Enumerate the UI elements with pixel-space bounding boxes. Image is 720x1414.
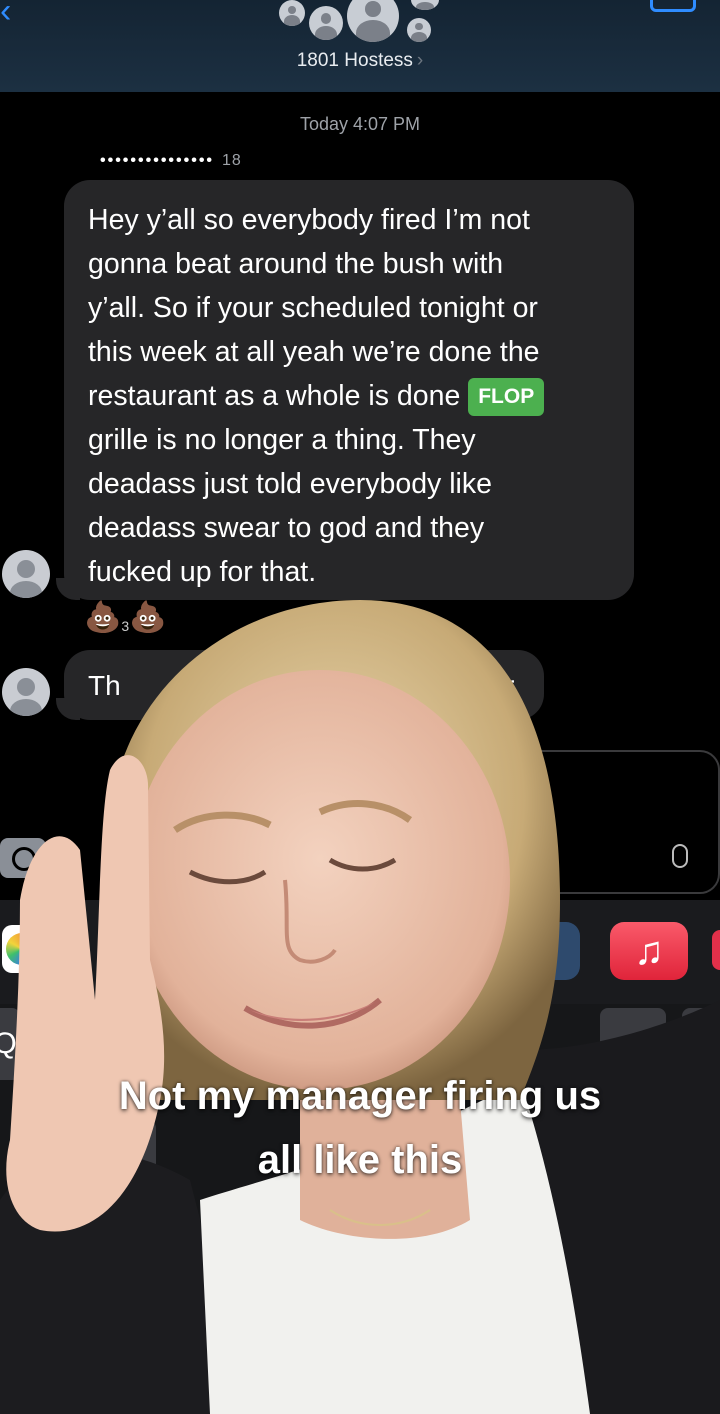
message-text-end: ger xyxy=(474,670,515,701)
conversation-header: ‹ 1801 Hostess › xyxy=(0,0,720,92)
sender-name: ••••••••••••••• 18 xyxy=(100,152,242,170)
message-line: Hey y’all so everybody fired I’m not xyxy=(88,204,530,236)
caption-line: Not my manager firing us xyxy=(118,1074,602,1118)
message-input[interactable] xyxy=(510,750,720,894)
message-line: this week at all yeah we’re done the xyxy=(88,336,540,368)
memoji-app-icon[interactable] xyxy=(522,922,580,980)
message-line: y’all. So if your scheduled tonight or xyxy=(88,292,538,324)
avatar xyxy=(347,0,399,42)
avatar xyxy=(309,6,343,40)
avatar xyxy=(407,18,431,42)
bubble-tail xyxy=(56,698,80,720)
message-timestamp: Today 4:07 PM xyxy=(299,114,421,134)
sender-redacted: ••••••••••••••• xyxy=(100,152,215,169)
poop-emoji-icon: 💩 xyxy=(129,601,167,634)
tapback-reaction[interactable]: 💩3💩 xyxy=(84,600,167,635)
message-line: deadass swear to god and they xyxy=(88,512,485,544)
video-caption: Not my manager firing us all like this xyxy=(0,1064,720,1192)
video-camera-icon[interactable] xyxy=(650,0,696,12)
sender-avatar[interactable] xyxy=(2,550,50,598)
message-line: deadass just told everybody like xyxy=(88,468,492,500)
sender-avatar[interactable] xyxy=(2,668,50,716)
app-icon[interactable] xyxy=(712,930,720,970)
message-line: gonna beat around the bush with xyxy=(88,248,504,280)
group-avatars[interactable] xyxy=(275,0,445,46)
group-name[interactable]: 1801 Hostess › xyxy=(0,50,720,72)
chevron-left-icon[interactable]: ‹ xyxy=(0,0,11,31)
bubble-tail xyxy=(56,578,80,600)
reaction-count: 3 xyxy=(121,618,130,634)
message-line-text: restaurant as a whole is done xyxy=(88,380,461,412)
music-app-icon[interactable]: ♫ xyxy=(610,922,688,980)
microphone-icon[interactable] xyxy=(672,844,688,868)
message-bubble[interactable]: Hey y’all so everybody fired I’m not gon… xyxy=(64,180,634,600)
poop-emoji-icon: 💩 xyxy=(84,601,122,634)
message-text-start: Th xyxy=(88,670,121,701)
chevron-right-icon: › xyxy=(416,50,424,71)
sender-suffix: 18 xyxy=(222,152,242,169)
group-name-label: 1801 Hostess xyxy=(296,50,413,71)
photos-app-icon[interactable] xyxy=(2,925,42,973)
avatar xyxy=(411,0,439,10)
flop-sticker: FLOP xyxy=(468,378,545,416)
camera-icon[interactable] xyxy=(0,838,46,878)
message-line: fucked up for that. xyxy=(88,556,317,588)
message-line: restaurant as a whole is done FLOP xyxy=(88,374,612,418)
avatar xyxy=(279,0,305,26)
caption-line: all like this xyxy=(257,1138,463,1182)
message-line: grille is no longer a thing. They xyxy=(88,424,476,456)
message-bubble[interactable]: Th ger xyxy=(64,650,544,720)
